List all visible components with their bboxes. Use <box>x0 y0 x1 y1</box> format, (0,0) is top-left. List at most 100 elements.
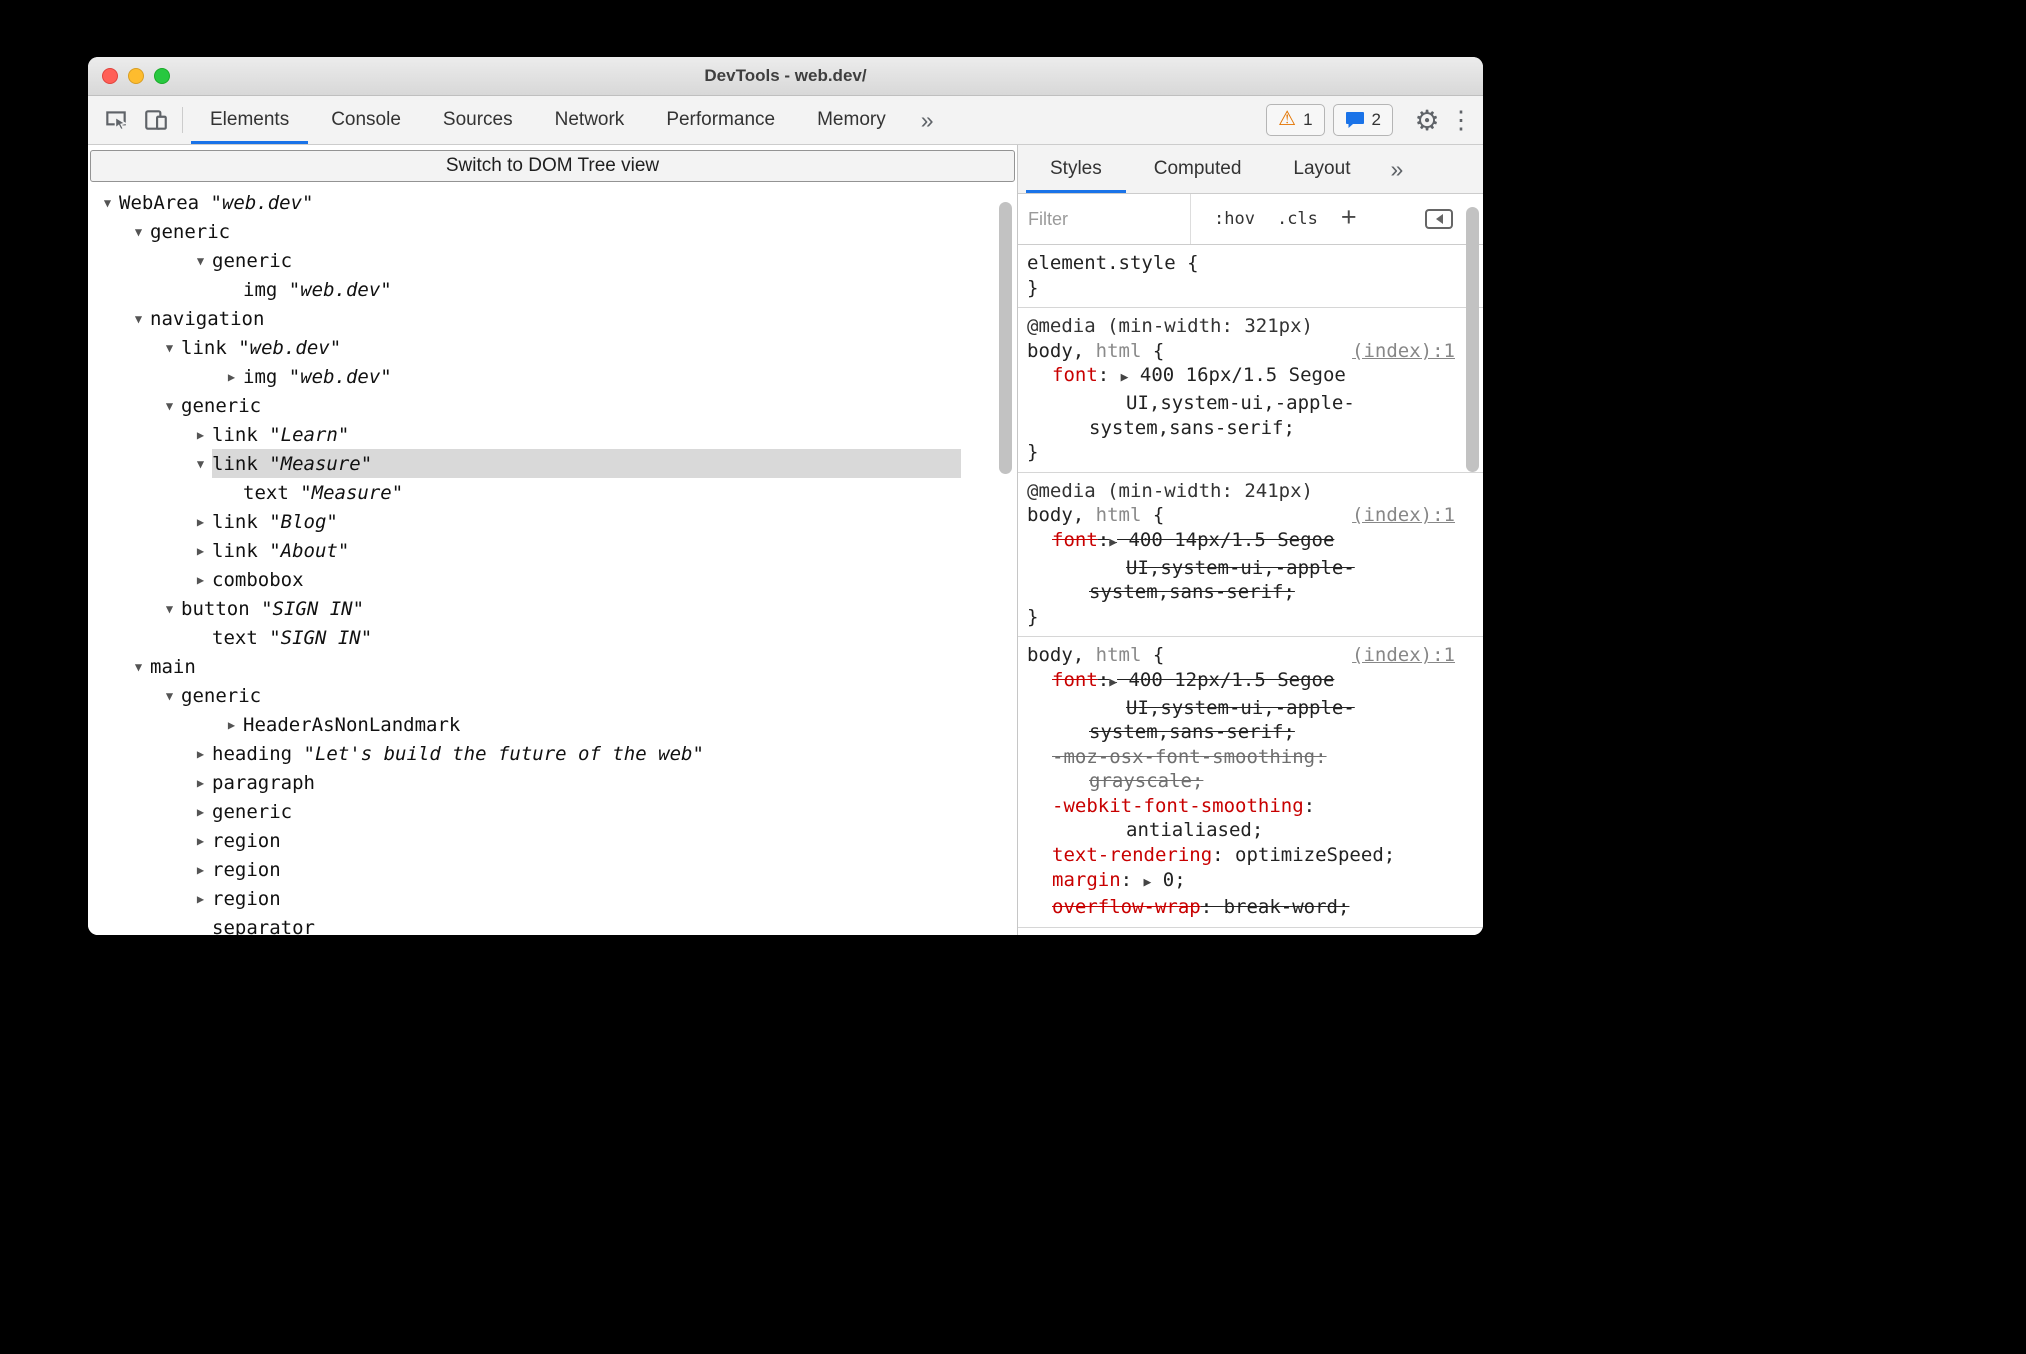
stylesheet-link[interactable]: (index):1 <box>1352 643 1455 668</box>
tree-row[interactable]: ▼ link "Measure" <box>88 449 1017 478</box>
sidebar-tab-styles[interactable]: Styles <box>1024 145 1128 193</box>
sidebar-tab-layout[interactable]: Layout <box>1267 145 1376 193</box>
chevron-down-icon[interactable]: ▼ <box>127 225 150 239</box>
css-declaration[interactable]: font: ▶ 400 16px/1.5 Segoe <box>1018 363 1483 391</box>
chevron-down-icon[interactable]: ▼ <box>96 196 119 210</box>
tree-row[interactable]: ▶ generic <box>88 797 1017 826</box>
css-value-wrap[interactable]: system,sans-serif; <box>1018 720 1483 745</box>
tree-row[interactable]: ▼ WebArea "web.dev" <box>88 188 1017 217</box>
media-query[interactable]: @media (min-width: 321px) <box>1018 314 1483 339</box>
tree-row[interactable]: text "Measure" <box>88 478 1017 507</box>
tree-row[interactable]: img "web.dev" <box>88 275 1017 304</box>
tree-row[interactable]: separator <box>88 913 1017 936</box>
tree-row[interactable]: ▼ button "SIGN IN" <box>88 594 1017 623</box>
chevron-down-icon[interactable]: ▼ <box>158 602 181 616</box>
tab-network[interactable]: Network <box>534 96 646 144</box>
css-selector-line[interactable]: body, html {(index):1 <box>1018 339 1483 364</box>
filter-input[interactable] <box>1026 207 1182 231</box>
css-declaration[interactable]: text-rendering: optimizeSpeed; <box>1018 843 1483 868</box>
chevron-right-icon[interactable]: ▶ <box>189 863 212 877</box>
chevron-down-icon[interactable]: ▼ <box>158 399 181 413</box>
css-value-wrap[interactable]: system,sans-serif; <box>1018 416 1483 441</box>
css-declaration[interactable]: -webkit-font-smoothing: <box>1018 794 1483 819</box>
chevron-down-icon[interactable]: ▼ <box>189 457 212 471</box>
new-style-rule-button[interactable]: + <box>1329 202 1369 237</box>
chevron-right-icon[interactable]: ▶ <box>189 747 212 761</box>
tree-row[interactable]: ▶ link "Learn" <box>88 420 1017 449</box>
stylesheet-link[interactable]: (index):1 <box>1352 339 1455 364</box>
tab-console[interactable]: Console <box>310 96 422 144</box>
css-declaration[interactable]: -moz-osx-font-smoothing: <box>1018 745 1483 770</box>
chevron-right-icon[interactable]: ▶ <box>189 776 212 790</box>
css-value-wrap[interactable]: antialiased; <box>1018 818 1483 843</box>
tab-performance[interactable]: Performance <box>645 96 796 144</box>
tree-row[interactable]: ▼ generic <box>88 681 1017 710</box>
tree-row[interactable]: text "SIGN IN" <box>88 623 1017 652</box>
css-declaration[interactable]: margin: ▶ 0; <box>1018 868 1483 896</box>
tree-row[interactable]: ▶ region <box>88 826 1017 855</box>
chevron-right-icon[interactable]: ▶ <box>189 892 212 906</box>
tree-row[interactable]: ▶ link "Blog" <box>88 507 1017 536</box>
tree-row[interactable]: ▶ heading "Let's build the future of the … <box>88 739 1017 768</box>
tree-row[interactable]: ▼ main <box>88 652 1017 681</box>
device-toolbar-icon[interactable] <box>136 100 176 140</box>
chevron-right-icon[interactable]: ▶ <box>189 515 212 529</box>
more-panels-icon[interactable]: » <box>1376 145 1417 193</box>
chevron-down-icon[interactable]: ▼ <box>158 689 181 703</box>
css-value-wrap[interactable]: UI,system-ui,-apple- <box>1018 696 1483 721</box>
left-scrollbar[interactable] <box>999 202 1012 474</box>
css-selector-line[interactable]: element.style { <box>1018 251 1483 276</box>
css-selector-line[interactable]: body, html {(index):1 <box>1018 503 1483 528</box>
tab-elements[interactable]: Elements <box>189 96 310 144</box>
sidebar-tab-computed[interactable]: Computed <box>1128 145 1268 193</box>
css-declaration[interactable]: font:▶ 400 14px/1.5 Segoe <box>1018 528 1483 556</box>
styles-scrollbar[interactable] <box>1466 207 1479 472</box>
css-value-wrap[interactable]: UI,system-ui,-apple- <box>1018 391 1483 416</box>
tab-sources[interactable]: Sources <box>422 96 534 144</box>
tree-row[interactable]: ▼ navigation <box>88 304 1017 333</box>
stylesheet-link[interactable]: (index):1 <box>1352 503 1455 528</box>
media-query[interactable]: @media (min-width: 241px) <box>1018 479 1483 504</box>
tree-row[interactable]: ▼ link "web.dev" <box>88 333 1017 362</box>
chevron-down-icon[interactable]: ▼ <box>127 312 150 326</box>
tree-row[interactable]: ▶ HeaderAsNonLandmark <box>88 710 1017 739</box>
css-declaration[interactable]: font:▶ 400 12px/1.5 Segoe <box>1018 668 1483 696</box>
messages-badge[interactable]: 2 <box>1332 104 1393 136</box>
chevron-right-icon[interactable]: ▶ <box>189 544 212 558</box>
tree-row[interactable]: ▶ link "About" <box>88 536 1017 565</box>
tree-row[interactable]: ▶ region <box>88 884 1017 913</box>
chevron-right-icon[interactable]: ▶ <box>189 428 212 442</box>
css-declaration[interactable]: overflow-wrap: break-word; <box>1018 895 1483 920</box>
more-tabs-icon[interactable]: » <box>907 96 948 144</box>
chevron-down-icon[interactable]: ▼ <box>127 660 150 674</box>
chevron-right-icon[interactable]: ▶ <box>189 573 212 587</box>
chevron-right-icon[interactable]: ▶ <box>220 370 243 384</box>
tree-row[interactable]: ▶ paragraph <box>88 768 1017 797</box>
switch-dom-tree-button[interactable]: Switch to DOM Tree view <box>90 150 1015 182</box>
warnings-badge[interactable]: ⚠ 1 <box>1266 104 1325 136</box>
kebab-menu-icon[interactable]: ⋮ <box>1447 100 1475 140</box>
pseudo-state-button[interactable]: :hov <box>1203 203 1266 235</box>
chevron-down-icon[interactable]: ▼ <box>189 254 212 268</box>
chevron-right-icon[interactable]: ▶ <box>189 805 212 819</box>
css-value-wrap[interactable]: UI,system-ui,-apple- <box>1018 556 1483 581</box>
tree-row[interactable]: ▼ generic <box>88 217 1017 246</box>
css-value-wrap[interactable]: grayscale; <box>1018 769 1483 794</box>
tree-row[interactable]: ▶ region <box>88 855 1017 884</box>
tree-row[interactable]: ▶ combobox <box>88 565 1017 594</box>
chevron-down-icon[interactable]: ▼ <box>158 341 181 355</box>
sidebar-toggle-icon[interactable] <box>1417 203 1461 235</box>
css-selector-line[interactable]: body, html {(index):1 <box>1018 643 1483 668</box>
chevron-right-icon[interactable]: ▶ <box>189 834 212 848</box>
inspect-icon[interactable] <box>96 100 136 140</box>
tree-row[interactable]: ▶ img "web.dev" <box>88 362 1017 391</box>
settings-gear-icon[interactable]: ⚙ <box>1407 100 1447 140</box>
titlebar[interactable]: DevTools - web.dev/ <box>88 57 1483 96</box>
css-value-wrap[interactable]: system,sans-serif; <box>1018 580 1483 605</box>
tab-memory[interactable]: Memory <box>796 96 907 144</box>
tree-row[interactable]: ▼ generic <box>88 246 1017 275</box>
class-toggle-button[interactable]: .cls <box>1266 203 1329 235</box>
tree-node-role: region <box>212 858 281 881</box>
chevron-right-icon[interactable]: ▶ <box>220 718 243 732</box>
tree-row[interactable]: ▼ generic <box>88 391 1017 420</box>
